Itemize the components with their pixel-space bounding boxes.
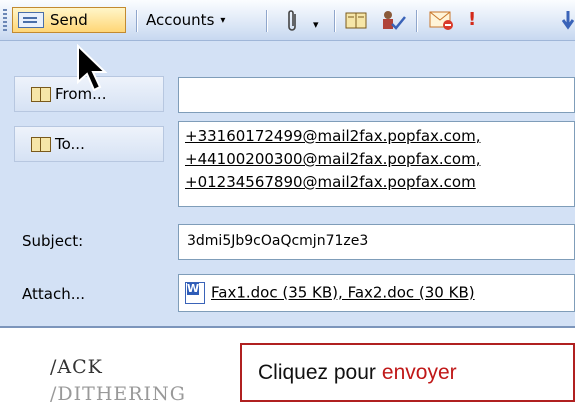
to-recipient[interactable]: +33160172499@mail2fax.popfax.com, bbox=[185, 125, 574, 148]
mouse-cursor-icon bbox=[76, 43, 110, 98]
address-book-icon[interactable] bbox=[344, 9, 368, 37]
attachment-list[interactable]: Fax1.doc (35 KB), Fax2.doc (30 KB) bbox=[211, 284, 475, 302]
header-divider bbox=[0, 326, 575, 328]
subject-value: 3dmi5Jb9cOaQcmjn71ze3 bbox=[187, 233, 369, 249]
toolbar-grip[interactable] bbox=[3, 9, 7, 31]
to-field[interactable]: +33160172499@mail2fax.popfax.com, +44100… bbox=[178, 121, 575, 207]
body-text[interactable]: /ACK bbox=[50, 356, 103, 378]
attach-field[interactable]: Fax1.doc (35 KB), Fax2.doc (30 KB) bbox=[178, 274, 575, 312]
to-button[interactable]: To... bbox=[14, 126, 164, 162]
to-recipient[interactable]: +44100200300@mail2fax.popfax.com, bbox=[185, 148, 574, 171]
attach-label: Attach... bbox=[22, 285, 86, 303]
to-recipient[interactable]: +01234567890@mail2fax.popfax.com bbox=[185, 171, 574, 194]
importance-low-icon[interactable] bbox=[561, 9, 575, 37]
message-toolbar: Send Accounts ▾ ▾ ! bbox=[0, 0, 575, 41]
subject-label: Subject: bbox=[22, 232, 84, 250]
instruction-callout: Cliquez pour envoyer bbox=[240, 343, 575, 402]
paperclip-icon[interactable] bbox=[285, 9, 299, 39]
from-field[interactable] bbox=[178, 77, 575, 113]
to-label: To... bbox=[55, 135, 85, 153]
toolbar-separator bbox=[136, 10, 137, 32]
callout-emphasis: envoyer bbox=[381, 360, 457, 384]
send-label: Send bbox=[50, 11, 88, 29]
address-book-icon bbox=[31, 87, 51, 102]
toolbar-separator bbox=[266, 10, 267, 32]
chevron-down-icon[interactable]: ▾ bbox=[313, 14, 319, 36]
accounts-button[interactable]: Accounts ▾ bbox=[146, 7, 225, 33]
subject-field[interactable]: 3dmi5Jb9cOaQcmjn71ze3 bbox=[178, 224, 575, 260]
toolbar-separator bbox=[416, 10, 417, 32]
accounts-label: Accounts bbox=[146, 11, 215, 29]
chevron-down-icon: ▾ bbox=[220, 14, 226, 26]
toolbar-separator bbox=[334, 10, 335, 32]
importance-high-icon[interactable]: ! bbox=[468, 9, 476, 31]
send-icon bbox=[18, 12, 44, 28]
address-book-icon bbox=[31, 137, 51, 152]
check-names-icon[interactable] bbox=[378, 9, 408, 37]
word-doc-icon bbox=[185, 282, 205, 304]
options-envelope-icon[interactable] bbox=[428, 9, 454, 37]
callout-text: Cliquez pour bbox=[258, 360, 376, 384]
send-button[interactable]: Send bbox=[12, 7, 126, 33]
